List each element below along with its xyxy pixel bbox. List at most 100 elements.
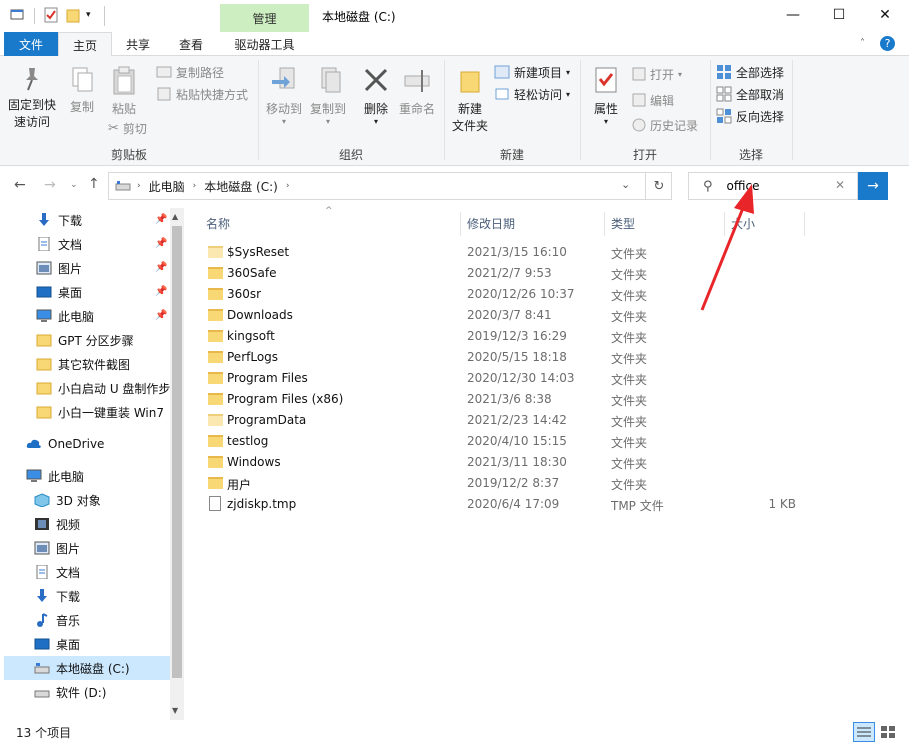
- history-button[interactable]: 历史记录: [632, 115, 698, 135]
- forward-arrow-icon[interactable]: →: [44, 177, 56, 193]
- breadcrumb-this-pc[interactable]: 此电脑: [149, 178, 185, 195]
- manage-contextual-tab[interactable]: 管理: [220, 4, 309, 32]
- breadcrumb-sep-icon[interactable]: ›: [286, 181, 290, 191]
- tab-share[interactable]: 共享: [112, 32, 164, 56]
- folder-icon: [208, 267, 223, 279]
- delete-button[interactable]: 删除 ▾: [356, 66, 396, 126]
- sidebar-item-desktop-pc[interactable]: 桌面: [0, 632, 170, 656]
- copy-to-button[interactable]: 复制到 ▾: [306, 66, 350, 126]
- file-row[interactable]: kingsoft 2019/12/3 16:29 文件夹: [196, 326, 856, 347]
- back-arrow-icon[interactable]: ←: [14, 177, 26, 193]
- paste-button[interactable]: 粘贴: [104, 66, 144, 118]
- pin-icon[interactable]: 📌: [155, 238, 167, 249]
- sidebar-item-desktop[interactable]: 桌面: [0, 280, 170, 304]
- up-arrow-icon[interactable]: ↑: [88, 176, 100, 192]
- copy-button[interactable]: 复制: [64, 66, 100, 116]
- sidebar-item-videos[interactable]: 视频: [0, 512, 170, 536]
- maximize-button[interactable]: ☐: [816, 0, 862, 30]
- file-row[interactable]: ProgramData 2021/2/23 14:42 文件夹: [196, 410, 856, 431]
- file-row[interactable]: zjdiskp.tmp 2020/6/4 17:09 TMP 文件 1 KB: [196, 494, 856, 515]
- sidebar-item-downloads-pc[interactable]: 下载: [0, 584, 170, 608]
- file-row[interactable]: Program Files (x86) 2021/3/6 8:38 文件夹: [196, 389, 856, 410]
- copy-path-button[interactable]: 复制路径: [156, 62, 224, 82]
- sidebar-item-pictures-pc[interactable]: 图片: [0, 536, 170, 560]
- recent-locations-chevron-icon[interactable]: ⌄: [70, 180, 78, 190]
- collapse-ribbon-icon[interactable]: ˄: [860, 38, 865, 49]
- column-header-name[interactable]: 名称: [206, 212, 230, 234]
- refresh-icon[interactable]: ↻: [645, 173, 672, 199]
- address-bar[interactable]: › 此电脑 › 本地磁盘 (C:) › ⌄ ↻: [108, 172, 672, 200]
- close-button[interactable]: ✕: [862, 0, 908, 30]
- open-button[interactable]: 打开 ▾: [632, 64, 682, 84]
- select-none-button[interactable]: 全部取消: [716, 84, 784, 104]
- sidebar-item-downloads[interactable]: 下载: [0, 208, 170, 232]
- column-divider[interactable]: [460, 212, 461, 236]
- copy-path-icon: [156, 66, 172, 78]
- minimize-button[interactable]: —: [770, 0, 816, 30]
- sidebar-item-pictures[interactable]: 图片: [0, 256, 170, 280]
- sidebar-item-documents[interactable]: 文档: [0, 232, 170, 256]
- select-all-button[interactable]: 全部选择: [716, 62, 784, 82]
- sidebar-item-win7[interactable]: 小白一键重装 Win7: [0, 400, 170, 424]
- file-row[interactable]: PerfLogs 2020/5/15 18:18 文件夹: [196, 347, 856, 368]
- new-folder-button[interactable]: 新建 文件夹: [448, 66, 492, 135]
- scroll-up-icon[interactable]: ▲: [172, 212, 178, 221]
- qat-new-folder-icon[interactable]: [66, 7, 80, 23]
- address-history-chevron-icon[interactable]: ⌄: [621, 178, 630, 191]
- sidebar-item-onedrive[interactable]: OneDrive: [0, 432, 170, 456]
- file-row[interactable]: 用户 2019/12/2 8:37 文件夹: [196, 473, 856, 494]
- column-divider[interactable]: [804, 212, 805, 236]
- file-row[interactable]: Program Files 2020/12/30 14:03 文件夹: [196, 368, 856, 389]
- organize-group-label: 组织: [338, 148, 363, 162]
- quick-access-toolbar-properties-icon[interactable]: [10, 8, 24, 22]
- clear-search-icon[interactable]: ✕: [835, 178, 845, 192]
- paste-shortcut-button[interactable]: 粘贴快捷方式: [156, 84, 248, 104]
- sidebar-item-local-disk-c[interactable]: 本地磁盘 (C:): [4, 656, 170, 680]
- large-icons-view-button[interactable]: [878, 723, 898, 741]
- sidebar-item-documents-pc[interactable]: 文档: [0, 560, 170, 584]
- pin-icon[interactable]: 📌: [155, 262, 167, 273]
- pin-icon[interactable]: 📌: [155, 286, 167, 297]
- breadcrumb-sep-icon[interactable]: ›: [137, 181, 141, 191]
- rename-button[interactable]: 重命名: [396, 66, 438, 118]
- sidebar-item-this-pc[interactable]: 此电脑: [0, 464, 170, 488]
- properties-button[interactable]: 属性 ▾: [586, 66, 626, 126]
- sidebar-item-usb-steps[interactable]: 小白启动 U 盘制作步: [0, 376, 170, 400]
- tab-view[interactable]: 查看: [166, 32, 216, 56]
- sidebar-item-3d-objects[interactable]: 3D 对象: [0, 488, 170, 512]
- sidebar-scrollbar-thumb[interactable]: [172, 226, 182, 678]
- file-date: 2020/12/30 14:03: [467, 371, 575, 385]
- sidebar-item-other-screenshots[interactable]: 其它软件截图: [0, 352, 170, 376]
- pin-icon[interactable]: 📌: [155, 310, 167, 321]
- scroll-down-icon[interactable]: ▼: [172, 706, 178, 715]
- move-to-button[interactable]: 移动到 ▾: [262, 66, 306, 126]
- qat-customize-dropdown-icon[interactable]: ▾: [86, 10, 91, 20]
- breadcrumb-sep-icon[interactable]: ›: [193, 181, 197, 191]
- breadcrumb-local-disk[interactable]: 本地磁盘 (C:): [204, 178, 278, 195]
- search-go-button[interactable]: →: [858, 172, 888, 200]
- help-button[interactable]: ?: [880, 36, 895, 51]
- tab-home[interactable]: 主页: [58, 32, 112, 57]
- file-row[interactable]: Windows 2021/3/11 18:30 文件夹: [196, 452, 856, 473]
- sidebar-item-this-pc-quick[interactable]: 此电脑: [0, 304, 170, 328]
- invert-selection-button[interactable]: 反向选择: [716, 106, 784, 126]
- computer-icon: [26, 469, 42, 482]
- pin-quick-access-button[interactable]: 固定到快 速访问: [6, 66, 58, 131]
- tab-drive-tools[interactable]: 驱动器工具: [220, 32, 309, 56]
- sort-ascending-icon: ^: [325, 206, 333, 216]
- column-header-type[interactable]: 类型: [611, 212, 635, 234]
- column-header-date[interactable]: 修改日期: [467, 212, 515, 234]
- file-row[interactable]: testlog 2020/4/10 15:15 文件夹: [196, 431, 856, 452]
- sidebar-item-music[interactable]: 音乐: [0, 608, 170, 632]
- new-item-button[interactable]: 新建项目 ▾: [494, 62, 570, 82]
- details-view-button[interactable]: [853, 722, 875, 742]
- tab-file[interactable]: 文件: [4, 32, 58, 56]
- cut-button[interactable]: ✂ 剪切: [108, 118, 147, 138]
- edit-button[interactable]: 编辑: [632, 90, 674, 110]
- column-divider[interactable]: [604, 212, 605, 236]
- easy-access-button[interactable]: 轻松访问 ▾: [494, 84, 570, 104]
- sidebar-item-drive-d[interactable]: 软件 (D:): [0, 680, 170, 704]
- qat-properties-check-icon[interactable]: [44, 7, 58, 23]
- sidebar-item-gpt[interactable]: GPT 分区步骤: [0, 328, 170, 352]
- pin-icon[interactable]: 📌: [155, 214, 167, 225]
